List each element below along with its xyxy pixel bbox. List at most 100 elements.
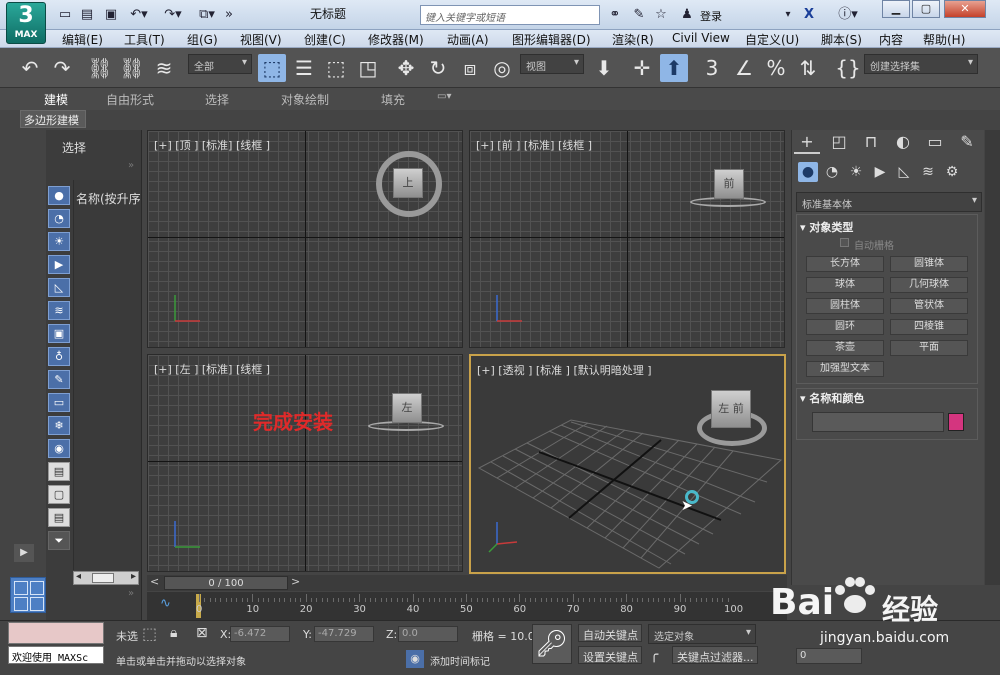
menu-graph-editors[interactable]: 图形编辑器(D)	[512, 31, 591, 48]
default-in-out-tangent-icon[interactable]: ╭	[650, 647, 658, 663]
frozen-filter-icon[interactable]: ❄	[48, 416, 70, 435]
undo-icon[interactable]: ↶▾	[126, 6, 152, 24]
object-category-dropdown[interactable]: 标准基本体	[796, 192, 982, 212]
geometry-icon[interactable]: ●	[798, 162, 818, 182]
key-filters-button[interactable]: 关键点过滤器...	[672, 646, 758, 664]
polygon-modeling-label[interactable]: 多边形建模	[20, 110, 86, 128]
minimize-button[interactable]: ▁	[882, 0, 910, 18]
search-input[interactable]: 键入关键字或短语	[420, 5, 600, 25]
menu-edit[interactable]: 编辑(E)	[62, 31, 103, 48]
pivot-point-icon[interactable]: ⬇	[590, 54, 618, 82]
time-next-icon[interactable]: >	[291, 575, 300, 588]
binoculars-icon[interactable]: ⚭	[606, 6, 624, 24]
shapes-icon[interactable]: ◔	[822, 162, 842, 182]
lights-icon[interactable]: ☀	[846, 162, 866, 182]
add-time-tag-button[interactable]: 添加时间标记	[430, 653, 490, 668]
hierarchy-tab-icon[interactable]: ⊓	[858, 132, 884, 154]
isolate-selection-icon[interactable]: ⬚	[142, 624, 157, 643]
space-warps-icon[interactable]: ≋	[918, 162, 938, 182]
cone-button[interactable]: 圆锥体	[890, 256, 968, 272]
viewcube[interactable]: 前	[714, 169, 744, 199]
time-tag-icon[interactable]: ◉	[406, 650, 424, 668]
window-crossing-icon[interactable]: ◳	[354, 54, 382, 82]
set-key-button[interactable]: 设置关键点	[578, 646, 642, 664]
tab-modeling[interactable]: 建模	[44, 91, 68, 108]
menu-civil-view[interactable]: Civil View	[672, 31, 730, 45]
scene-explorer-select-menu[interactable]: 选择	[62, 139, 86, 156]
login-dropdown-icon[interactable]: ▾	[782, 6, 794, 24]
angle-snap-icon[interactable]: ∠	[730, 54, 758, 82]
login-link[interactable]: 登录	[700, 8, 722, 24]
modify-tab-icon[interactable]: ◰	[826, 132, 852, 154]
invert-display-icon[interactable]: ▤	[48, 508, 70, 527]
filter-funnel-icon[interactable]: ⏷	[48, 531, 70, 550]
maxscript-mini-listener[interactable]: 欢迎使用 MAXSc	[8, 646, 104, 664]
open-file-icon[interactable]: ▤	[78, 6, 96, 24]
favorites-star-icon[interactable]: ☆	[652, 6, 670, 24]
textplus-button[interactable]: 加强型文本	[806, 361, 884, 377]
maximize-button[interactable]: ▢	[912, 0, 940, 18]
viewport-left[interactable]: [+] [左 ] [标准] [线框 ] 左	[147, 354, 463, 572]
menu-scripting[interactable]: 脚本(S)	[821, 31, 862, 48]
helpers-filter-icon[interactable]: ◺	[48, 278, 70, 297]
scale-icon[interactable]: ⧈	[456, 54, 484, 82]
bind-space-warp-icon[interactable]: ≋	[150, 54, 178, 82]
selection-lock-icon[interactable]: 🔒︎	[170, 625, 177, 641]
shapes-filter-icon[interactable]: ◔	[48, 209, 70, 228]
curve-editor-icon[interactable]: ∿	[160, 596, 171, 611]
viewport-perspective[interactable]: [+] [透视 ] [标准 ] [默认明暗处理 ] 左 前 ➤	[469, 354, 786, 574]
named-selection-set-dropdown[interactable]: 创建选择集	[864, 54, 978, 74]
new-file-icon[interactable]: ▭	[56, 6, 74, 24]
menu-view[interactable]: 视图(V)	[240, 31, 282, 48]
spacewarps-filter-icon[interactable]: ≋	[48, 301, 70, 320]
x-coordinate-field[interactable]: -6.472	[230, 626, 290, 642]
reference-coordinate-dropdown[interactable]: 视图	[520, 54, 584, 74]
menu-group[interactable]: 组(G)	[187, 31, 218, 48]
viewport-top[interactable]: [+] [顶 ] [标准] [线框 ] 上	[147, 130, 463, 348]
menu-create[interactable]: 创建(C)	[304, 31, 346, 48]
select-by-name-icon[interactable]: ☰	[290, 54, 318, 82]
systems-icon[interactable]: ⚙	[942, 162, 962, 182]
more-icon[interactable]: »	[222, 6, 236, 24]
lights-filter-icon[interactable]: ☀	[48, 232, 70, 251]
display-tab-icon[interactable]: ▭	[922, 132, 948, 154]
maxscript-listener-input[interactable]	[8, 622, 104, 644]
spinner-snap-icon[interactable]: ⇅	[794, 54, 822, 82]
link-icon[interactable]: ⛓	[86, 54, 114, 82]
save-icon[interactable]: ▣	[102, 6, 120, 24]
viewcube[interactable]: 左	[392, 393, 422, 423]
motion-tab-icon[interactable]: ◐	[890, 132, 916, 154]
tab-populate[interactable]: 填充	[381, 91, 405, 108]
exchange-icon[interactable]: X	[800, 6, 818, 24]
z-coordinate-field[interactable]: 0.0	[398, 626, 458, 642]
cameras-icon[interactable]: ▶	[870, 162, 890, 182]
scene-horizontal-scrollbar[interactable]: ◂ ▸	[73, 571, 139, 585]
scroll-thumb[interactable]	[92, 573, 114, 583]
ribbon-options-icon[interactable]: ▭▾	[437, 91, 451, 102]
display-none-icon[interactable]: ▢	[48, 485, 70, 504]
keyboard-shortcut-override-icon[interactable]: ⬆	[660, 54, 688, 82]
plane-button[interactable]: 平面	[890, 340, 968, 356]
expand-panel-icon[interactable]: ▶	[14, 544, 34, 562]
viewport-left-label[interactable]: [+] [左 ] [标准] [线框 ]	[154, 361, 270, 377]
autogrid-checkbox[interactable]	[840, 238, 849, 247]
collapse-chevron-icon[interactable]: »	[128, 588, 134, 599]
edit-named-selection-icon[interactable]: {}	[834, 54, 862, 82]
object-type-header[interactable]: ▾ 对象类型	[800, 219, 853, 235]
tab-object-paint[interactable]: 对象绘制	[281, 91, 329, 108]
place-icon[interactable]: ◎	[488, 54, 516, 82]
absolute-mode-icon[interactable]: ⊠	[196, 625, 208, 641]
selection-filter-dropdown[interactable]: 全部	[188, 54, 252, 74]
project-folder-icon[interactable]: ⧉▾	[196, 6, 218, 24]
time-prev-icon[interactable]: <	[150, 575, 159, 588]
menu-content[interactable]: 内容	[879, 31, 903, 48]
select-manipulate-icon[interactable]: ✛	[628, 54, 656, 82]
geometry-filter-icon[interactable]: ●	[48, 186, 70, 205]
app-logo[interactable]: 3 MAX	[6, 2, 46, 44]
redo-icon[interactable]: ↷▾	[160, 6, 186, 24]
menu-tools[interactable]: 工具(T)	[124, 31, 165, 48]
y-coordinate-field[interactable]: -47.729	[314, 626, 374, 642]
bones-filter-icon[interactable]: ✎	[48, 370, 70, 389]
move-icon[interactable]: ✥	[392, 54, 420, 82]
groups-filter-icon[interactable]: ▣	[48, 324, 70, 343]
